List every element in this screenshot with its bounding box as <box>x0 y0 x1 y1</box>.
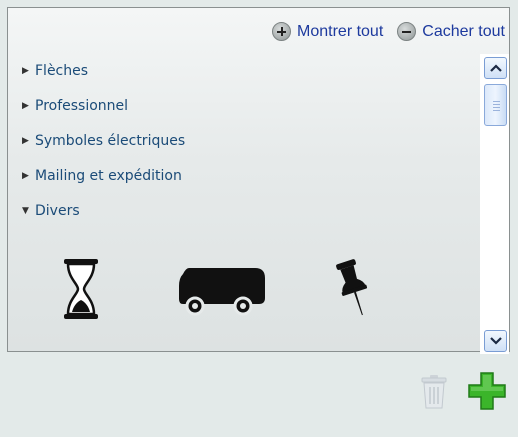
chevron-down-icon <box>489 337 502 345</box>
scroll-down-button[interactable] <box>484 330 507 352</box>
show-all-label: Montrer tout <box>297 22 384 40</box>
plus-circle-icon <box>272 22 292 41</box>
panel-header: Montrer tout Cacher tout <box>258 22 505 41</box>
expand-arrow-icon: ▶ <box>22 135 29 146</box>
tree-item-label: Flèches <box>35 62 89 79</box>
scroll-up-button[interactable] <box>484 57 507 79</box>
tree-item-label: Symboles électriques <box>35 132 186 149</box>
divers-shapes <box>53 258 403 323</box>
tree-item-mailing-expedition[interactable]: ▶ Mailing et expédition <box>22 158 185 193</box>
bus-icon[interactable] <box>175 266 269 318</box>
hide-all-label: Cacher tout <box>422 22 505 40</box>
tree-item-fleches[interactable]: ▶ Flèches <box>22 53 185 88</box>
tree-item-divers[interactable]: ▼ Divers <box>22 193 185 228</box>
tree-item-label: Professionnel <box>35 97 129 114</box>
collapse-arrow-icon: ▼ <box>22 205 29 216</box>
pushpin-icon[interactable] <box>335 258 375 320</box>
expand-arrow-icon: ▶ <box>22 170 29 181</box>
tree-item-professionnel[interactable]: ▶ Professionnel <box>22 88 185 123</box>
expand-arrow-icon: ▶ <box>22 100 29 111</box>
hide-all-button[interactable]: Cacher tout <box>397 22 505 41</box>
plus-icon[interactable] <box>468 372 506 410</box>
scroll-thumb[interactable] <box>484 84 507 126</box>
hourglass-icon[interactable] <box>62 258 100 320</box>
tree-item-symboles-electriques[interactable]: ▶ Symboles électriques <box>22 123 185 158</box>
minus-circle-icon <box>397 22 417 41</box>
footer-toolbar <box>420 372 506 410</box>
chevron-up-icon <box>489 64 502 72</box>
show-all-button[interactable]: Montrer tout <box>272 22 383 41</box>
tree-item-label: Divers <box>35 202 80 219</box>
shape-library-panel: Montrer tout Cacher tout ▶ Flèches ▶ Pro… <box>7 7 510 354</box>
trash-icon[interactable] <box>420 374 448 410</box>
vertical-scrollbar[interactable] <box>480 54 509 354</box>
expand-arrow-icon: ▶ <box>22 65 29 76</box>
tree-item-label: Mailing et expédition <box>35 167 182 184</box>
category-tree: ▶ Flèches ▶ Professionnel ▶ Symboles éle… <box>22 53 185 228</box>
